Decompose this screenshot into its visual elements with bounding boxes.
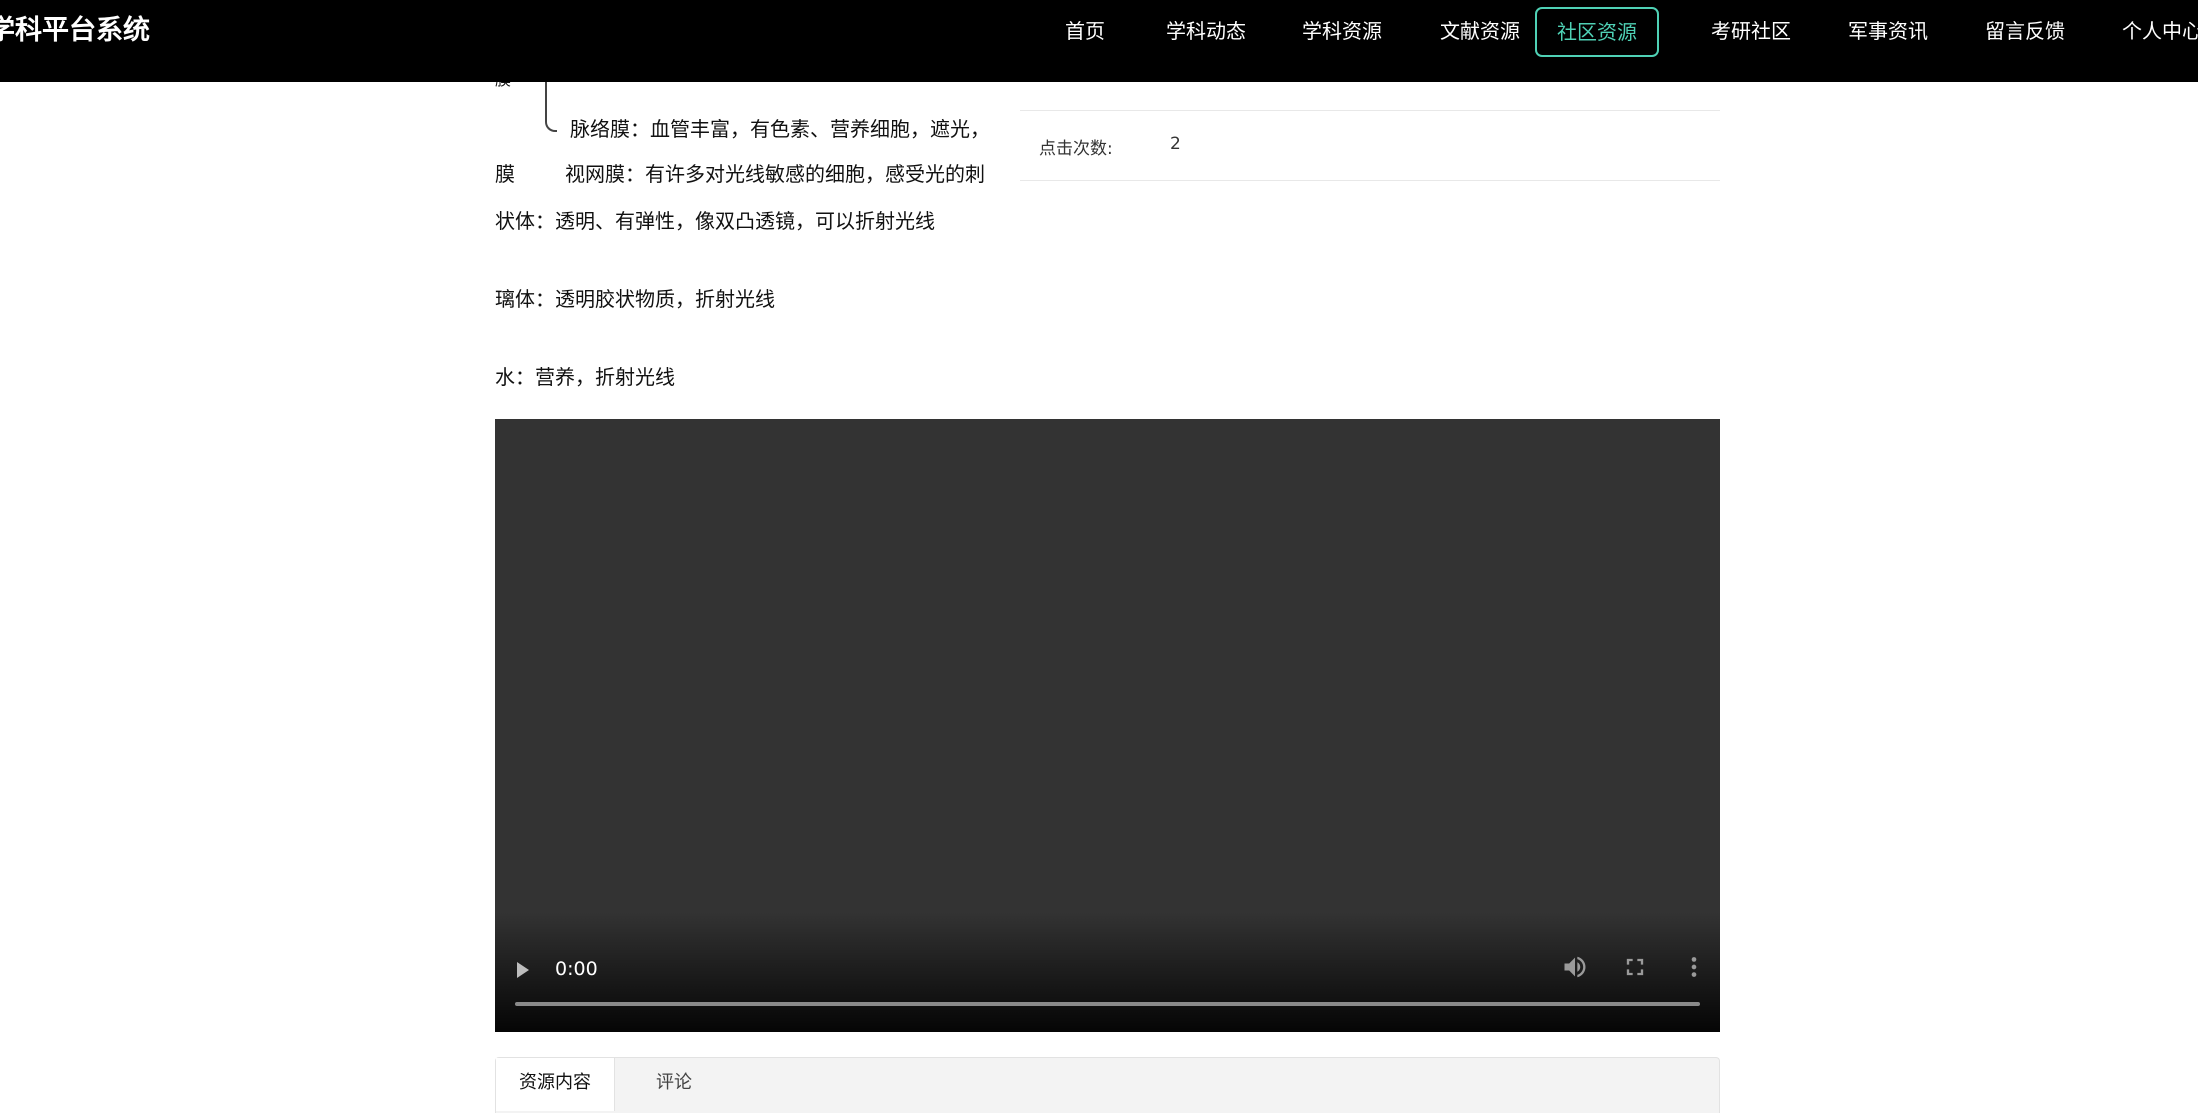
- nav-item-literature-resources[interactable]: 文献资源: [1412, 7, 1548, 55]
- video-controls-gradient: [495, 912, 1720, 1032]
- site-brand[interactable]: 学科平台系统: [0, 12, 150, 50]
- video-time: 0:00: [555, 958, 598, 980]
- doc-line: 脉络膜：血管丰富，有色素、营养细胞，遮光，: [570, 117, 990, 141]
- fullscreen-icon[interactable]: [1621, 953, 1649, 981]
- play-icon[interactable]: [517, 962, 529, 978]
- nav-item-community-resources[interactable]: 社区资源: [1535, 7, 1659, 57]
- tab-comments[interactable]: 评论: [614, 1058, 734, 1111]
- video-progress-bar[interactable]: [515, 1002, 1700, 1006]
- nav-item-subject-resources[interactable]: 学科资源: [1274, 7, 1410, 55]
- doc-line: 水：营养，折射光线: [495, 365, 675, 389]
- more-options-icon[interactable]: [1680, 953, 1708, 981]
- nav-item-military-news[interactable]: 军事资讯: [1820, 7, 1956, 55]
- clicks-label: 点击次数:: [1039, 139, 1113, 159]
- nav-item-home[interactable]: 首页: [1045, 7, 1125, 55]
- nav-item-graduate-community[interactable]: 考研社区: [1683, 7, 1819, 55]
- doc-line: 状体：透明、有弹性，像双凸透镜，可以折射光线: [495, 209, 935, 233]
- doc-line: 璃体：透明胶状物质，折射光线: [495, 287, 775, 311]
- tab-resource-content[interactable]: 资源内容: [496, 1058, 615, 1111]
- info-row-clicks: 点击次数: 2: [1020, 110, 1720, 181]
- nav-item-feedback[interactable]: 留言反馈: [1957, 7, 2093, 55]
- nav-item-profile[interactable]: 个人中心: [2097, 7, 2198, 55]
- resource-tabs: 资源内容 评论: [495, 1057, 1720, 1113]
- video-player[interactable]: 0:00: [495, 419, 1720, 1032]
- resource-document-image: 膜 脉络膜：血管丰富，有色素、营养细胞，遮光， 膜 视网膜：有许多对光线敏感的细…: [495, 60, 995, 420]
- top-navbar: 学科平台系统 首页 学科动态 学科资源 文献资源 社区资源 考研社区 军事资讯 …: [0, 0, 2198, 82]
- doc-line: 视网膜：有许多对光线敏感的细胞，感受光的刺: [565, 162, 985, 186]
- clicks-value: 2: [1170, 134, 1181, 154]
- doc-line: 膜: [495, 162, 515, 186]
- nav-item-subject-news[interactable]: 学科动态: [1137, 7, 1275, 55]
- volume-icon[interactable]: [1561, 953, 1589, 981]
